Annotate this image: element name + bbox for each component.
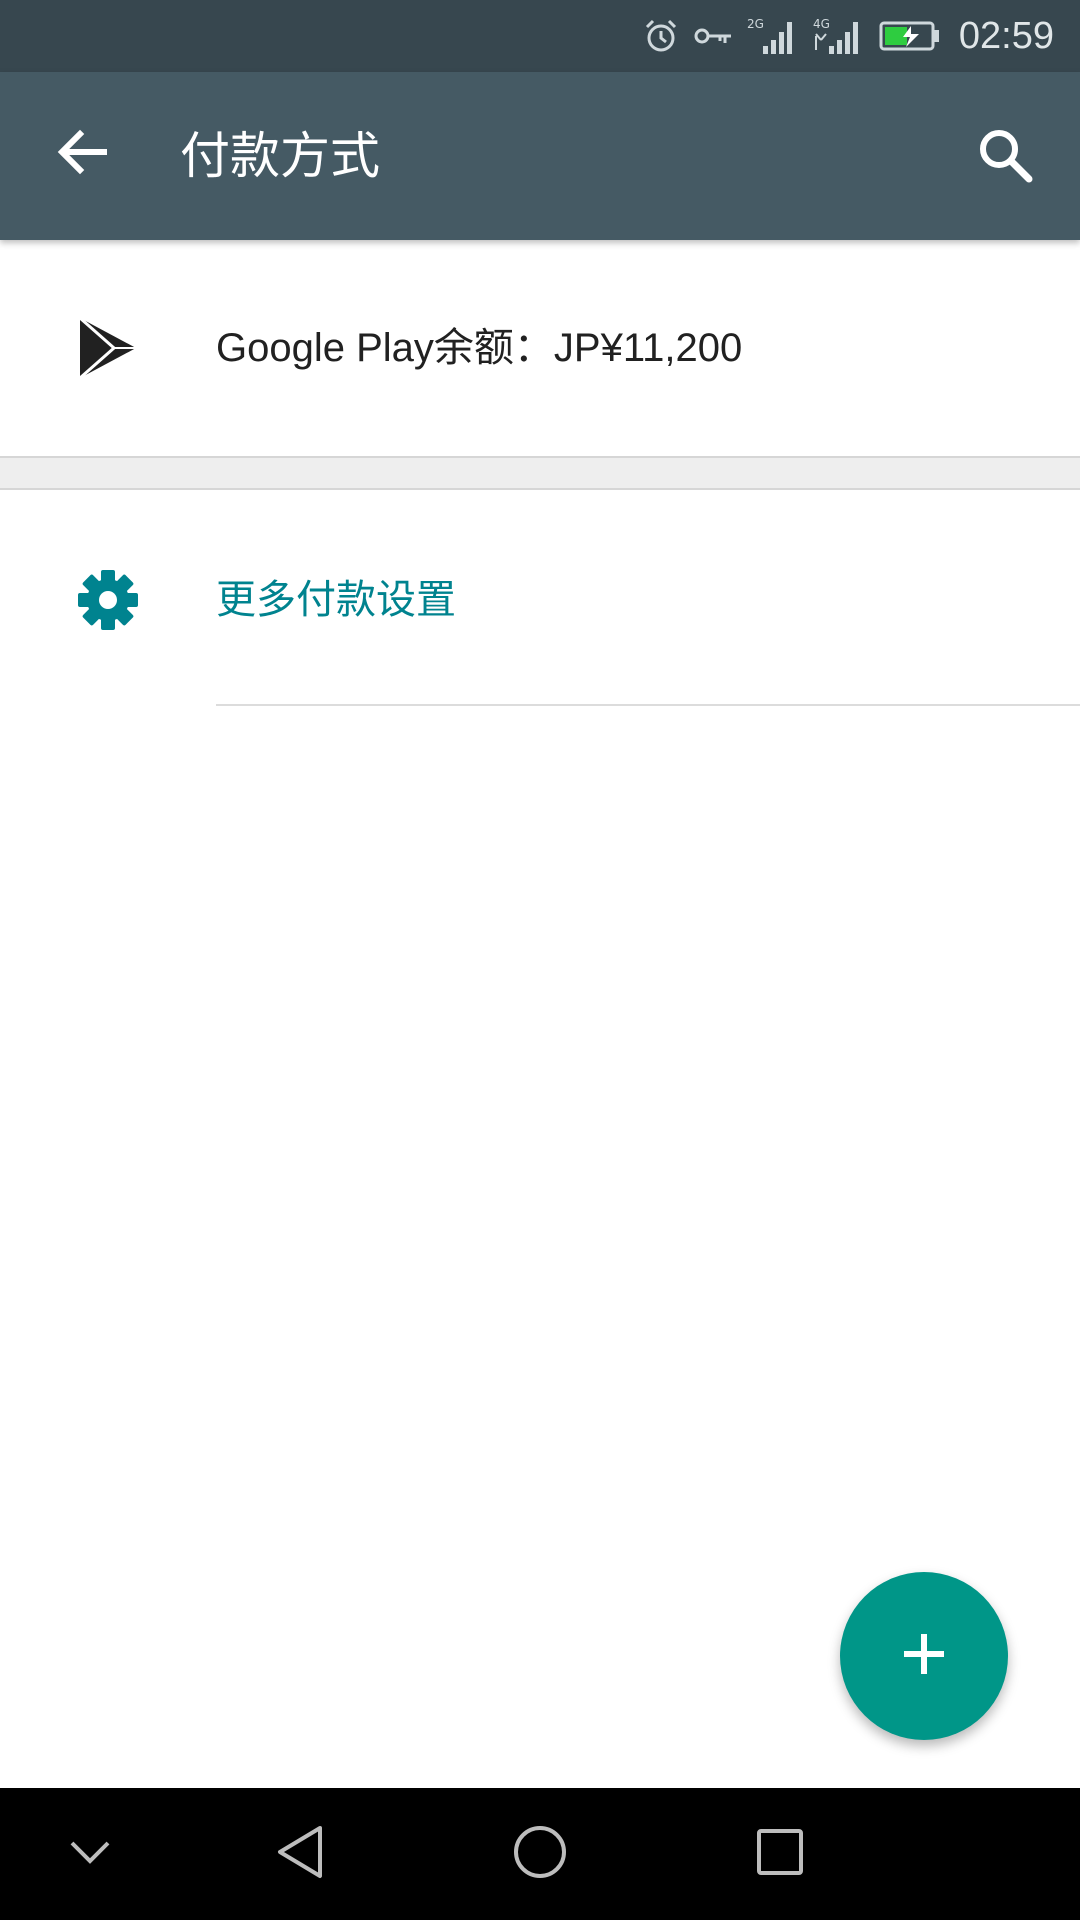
vpn-key-icon	[693, 24, 733, 48]
plus-icon	[900, 1630, 948, 1682]
more-payment-settings-row[interactable]: 更多付款设置	[0, 490, 1080, 706]
search-icon	[975, 125, 1035, 189]
recents-square-icon	[755, 1827, 805, 1881]
section-divider	[0, 456, 1080, 490]
status-icons: 2G 4G 02:59	[643, 0, 1054, 72]
search-button[interactable]	[960, 112, 1050, 202]
back-button[interactable]	[40, 112, 124, 196]
page-title: 付款方式	[180, 127, 380, 185]
status-bar: 2G 4G 02:59	[0, 0, 1080, 72]
system-nav-bar	[0, 1788, 1080, 1920]
app-bar: 付款方式	[0, 72, 1080, 240]
google-play-icon	[76, 316, 140, 380]
balance-label: Google Play余额：JP¥11,200	[216, 326, 743, 370]
signal-2g-icon: 2G	[747, 16, 799, 56]
signal-4g-icon: 4G	[813, 16, 865, 56]
nav-recents-button[interactable]	[720, 1788, 840, 1920]
signal-4g-label: 4G	[813, 17, 830, 31]
list-divider	[216, 704, 1080, 706]
status-time: 02:59	[958, 14, 1054, 57]
hide-nav-icon	[68, 1837, 112, 1871]
nav-back-button[interactable]	[240, 1788, 360, 1920]
gear-icon	[76, 568, 140, 632]
hide-nav-button[interactable]	[30, 1788, 150, 1920]
google-play-balance-row: Google Play余额：JP¥11,200	[0, 240, 1080, 456]
payment-methods-screen: 2G 4G 02:59 付款方式 Google Play余额：JP¥11,200…	[0, 0, 1080, 1920]
nav-home-button[interactable]	[480, 1788, 600, 1920]
more-payment-settings-label: 更多付款设置	[216, 577, 456, 623]
arrow-back-icon	[54, 124, 110, 184]
signal-2g-label: 2G	[747, 17, 764, 31]
back-triangle-icon	[274, 1824, 326, 1884]
home-circle-icon	[512, 1824, 568, 1884]
alarm-icon	[643, 18, 679, 54]
battery-charging-icon	[879, 20, 941, 52]
add-payment-method-button[interactable]	[840, 1572, 1008, 1740]
